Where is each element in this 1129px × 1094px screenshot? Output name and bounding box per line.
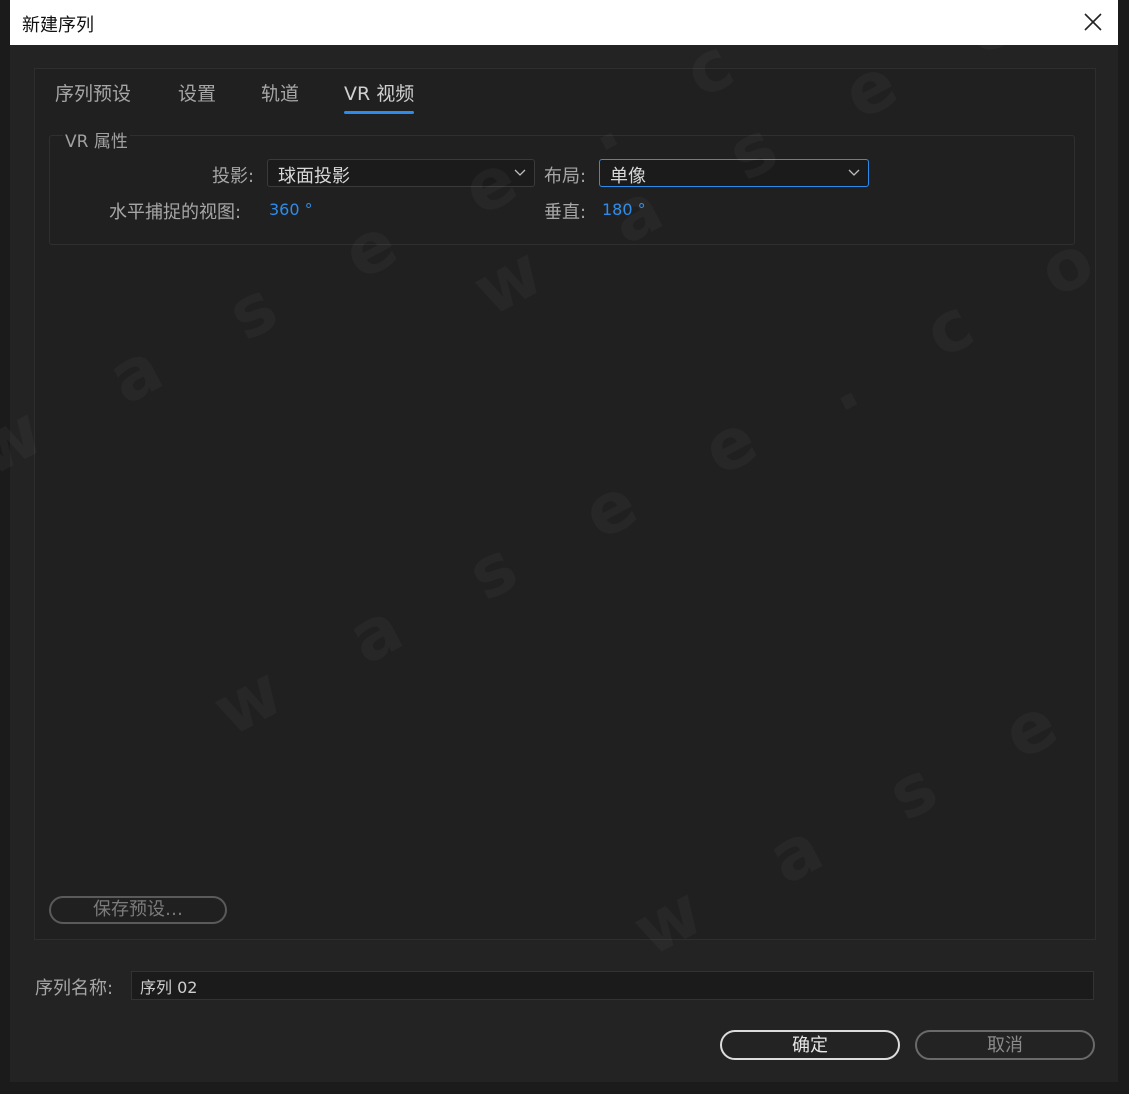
vr-properties-title: VR 属性 — [63, 127, 130, 152]
layout-label: 布局: — [544, 166, 587, 187]
tab-tracks[interactable]: 轨道 — [261, 79, 299, 106]
title-bar: 新建序列 — [10, 0, 1118, 45]
tab-settings[interactable]: 设置 — [178, 79, 216, 106]
tab-sequence-presets[interactable]: 序列预设 — [55, 79, 131, 106]
layout-dropdown[interactable]: 单像 — [599, 159, 869, 187]
window-title: 新建序列 — [22, 15, 94, 36]
vertical-value[interactable]: 180 ° — [602, 200, 646, 219]
vr-properties-group — [49, 135, 1075, 245]
projection-label: 投影: — [212, 166, 255, 187]
ok-button[interactable]: 确定 — [720, 1030, 900, 1060]
close-icon — [1084, 13, 1102, 31]
projection-value: 球面投影 — [278, 166, 350, 187]
sequence-name-input[interactable] — [131, 971, 1094, 1000]
settings-panel: 序列预设 设置 轨道 VR 视频 VR 属性 投影: 球面投影 布局: 单像 水… — [34, 68, 1096, 940]
vertical-label: 垂直: — [544, 202, 587, 223]
projection-dropdown[interactable]: 球面投影 — [267, 159, 535, 187]
horizontal-fov-label: 水平捕捉的视图: — [109, 202, 242, 223]
save-preset-button[interactable]: 保存预设… — [49, 896, 227, 924]
tab-vr-video[interactable]: VR 视频 — [344, 79, 415, 114]
close-button[interactable] — [1076, 6, 1110, 38]
horizontal-fov-value[interactable]: 360 ° — [269, 200, 313, 219]
chevron-down-icon — [514, 169, 526, 176]
new-sequence-dialog: 新建序列 序列预设 设置 轨道 VR 视频 VR 属性 投影: 球面投影 布局:… — [10, 0, 1118, 1082]
layout-value: 单像 — [610, 166, 646, 187]
sequence-name-label: 序列名称: — [35, 978, 114, 999]
cancel-button[interactable]: 取消 — [915, 1030, 1095, 1060]
chevron-down-icon — [848, 169, 860, 176]
